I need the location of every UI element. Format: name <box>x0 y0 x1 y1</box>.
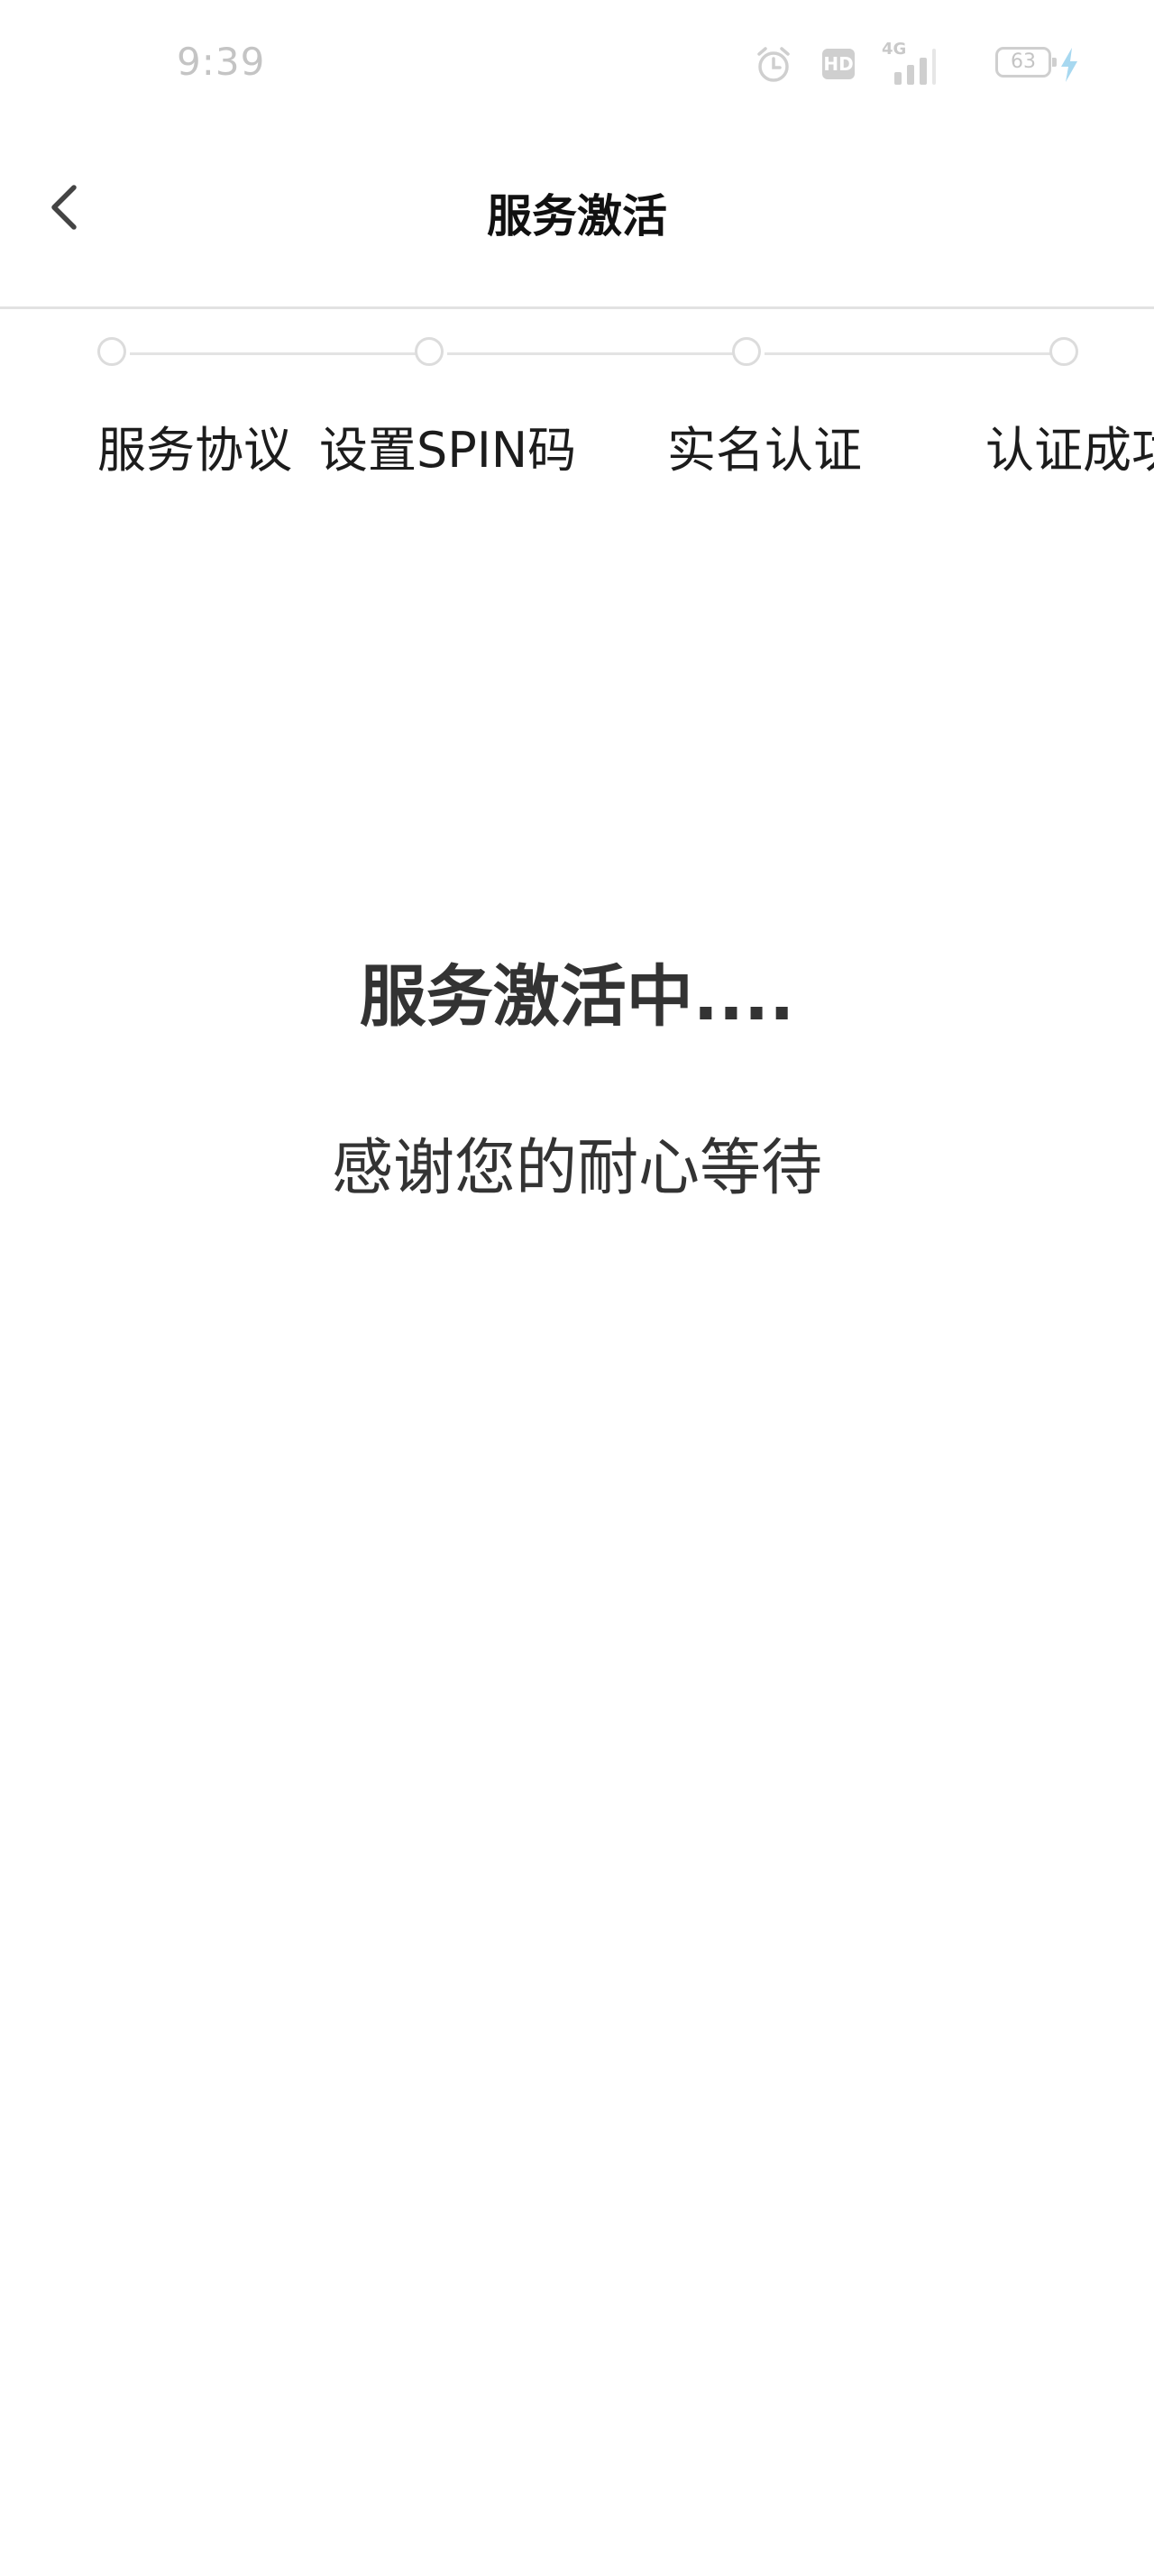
charging-icon <box>1061 48 1077 82</box>
step-connector <box>447 352 678 355</box>
step-label-service-agreement: 服务协议 <box>97 422 292 479</box>
step-connector <box>130 352 361 355</box>
battery-tip <box>1052 58 1057 67</box>
hd-icon: HD <box>822 49 855 79</box>
signal-bar <box>920 58 927 85</box>
status-time: 9:39 <box>177 40 266 84</box>
step-dot-verification-success <box>1049 337 1078 366</box>
service-activation-screen: 9:39 HD 4G 63 服务激活 服务协议 设置SPIN码 实名认证 认证成… <box>0 0 1154 2576</box>
alarm-icon <box>757 47 790 82</box>
status-bar: 9:39 HD 4G 63 <box>0 0 1154 135</box>
signal-icon: 4G <box>882 40 945 85</box>
signal-bar <box>907 65 914 85</box>
activation-status-title: 服务激活中.... <box>359 958 795 1036</box>
step-label-verification-success: 认证成功 <box>985 422 1154 479</box>
step-connector <box>765 352 995 355</box>
battery-level: 63 <box>1011 50 1036 73</box>
step-label-real-name-verification: 实名认证 <box>667 422 862 479</box>
step-dot-real-name-verification <box>732 337 761 366</box>
network-type-label: 4G <box>882 40 907 59</box>
signal-bar <box>932 49 936 85</box>
activation-stepper: 服务协议 设置SPIN码 实名认证 认证成功 <box>0 309 1154 507</box>
step-dot-set-spin <box>415 337 444 366</box>
page-title: 服务激活 <box>487 190 667 242</box>
battery-icon: 63 <box>995 47 1057 78</box>
activation-status-subtitle: 感谢您的耐心等待 <box>331 1133 822 1204</box>
signal-bar <box>894 72 902 85</box>
step-label-set-spin: 设置SPIN码 <box>319 422 577 479</box>
nav-header: 服务激活 <box>0 135 1154 309</box>
step-dot-service-agreement <box>97 337 126 366</box>
